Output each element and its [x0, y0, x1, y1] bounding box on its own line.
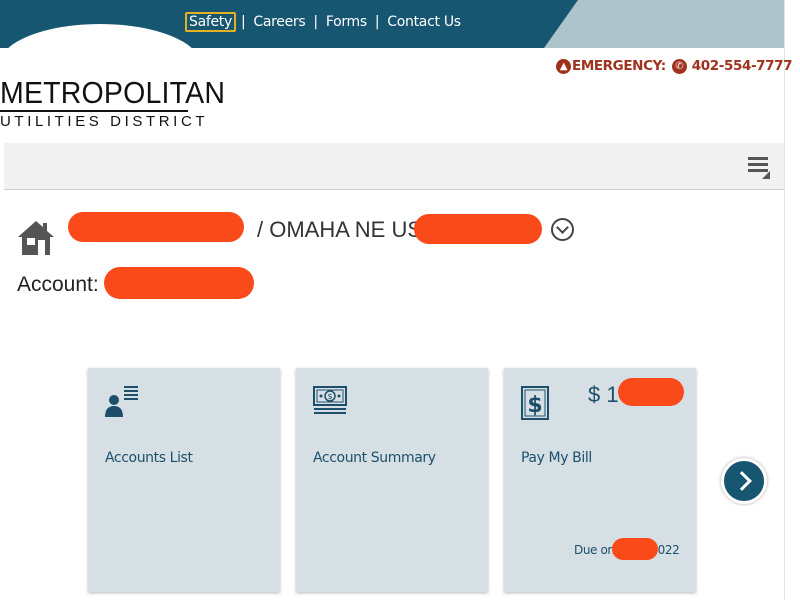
warning-icon: ▲ — [556, 58, 571, 74]
redacted-street — [68, 212, 244, 242]
vertical-scrollbar[interactable] — [784, 0, 800, 600]
money-icon: $ — [313, 386, 347, 414]
redacted-amount — [618, 378, 684, 406]
chevron-down-icon[interactable] — [551, 218, 574, 241]
top-navigation: Safety | Careers | Forms | Contact Us — [185, 12, 464, 32]
redacted-due-date — [612, 538, 658, 560]
card-pay-my-bill[interactable]: $ $ 1 Pay My Bill Due on 022 — [504, 368, 696, 592]
address-city-text: / OMAHA NE US — [257, 217, 423, 242]
nav-link-safety[interactable]: Safety — [185, 12, 236, 32]
user-list-icon — [105, 386, 138, 417]
nav-link-forms[interactable]: Forms — [323, 13, 370, 31]
dollar-bill-icon: $ — [521, 386, 549, 420]
mud-logo[interactable]: METROPOLITAN UTILITIES DISTRICT — [0, 76, 245, 132]
nav-link-careers[interactable]: Careers — [250, 13, 308, 31]
service-address-row: / OMAHA NE US — [17, 212, 784, 257]
hamburger-menu-icon[interactable] — [748, 157, 770, 179]
account-label: Account: — [17, 273, 99, 296]
redacted-zip — [414, 214, 542, 244]
nav-separator: | — [240, 14, 246, 30]
card-accounts-list[interactable]: Accounts List — [88, 368, 280, 592]
logo-subtitle: UTILITIES DISTRICT — [0, 113, 209, 130]
card-account-summary[interactable]: $ Account Summary — [296, 368, 488, 592]
svg-text:$: $ — [527, 393, 542, 418]
emergency-label: EMERGENCY: — [572, 58, 666, 74]
nav-separator: | — [374, 14, 380, 30]
due-prefix: Due on — [574, 543, 615, 557]
emergency-phone-link[interactable]: 402-554-7777 — [692, 58, 793, 74]
house-icon — [18, 221, 54, 255]
card-label: Account Summary — [313, 450, 436, 466]
nav-link-contact-us[interactable]: Contact Us — [384, 13, 463, 31]
bill-amount: $ 1 — [588, 382, 619, 407]
emergency-contact: ▲ EMERGENCY: ✆ 402-554-7777 — [556, 58, 793, 74]
card-label: Pay My Bill — [521, 450, 592, 466]
due-suffix: 022 — [657, 543, 680, 557]
menu-bar — [4, 143, 784, 190]
card-label: Accounts List — [105, 450, 193, 466]
carousel-next-button[interactable] — [721, 458, 767, 504]
logo-title: METROPOLITAN — [0, 75, 226, 110]
phone-icon: ✆ — [671, 58, 687, 74]
redacted-account-number — [104, 267, 254, 299]
nav-separator: | — [313, 14, 318, 30]
svg-text:$: $ — [327, 392, 332, 401]
